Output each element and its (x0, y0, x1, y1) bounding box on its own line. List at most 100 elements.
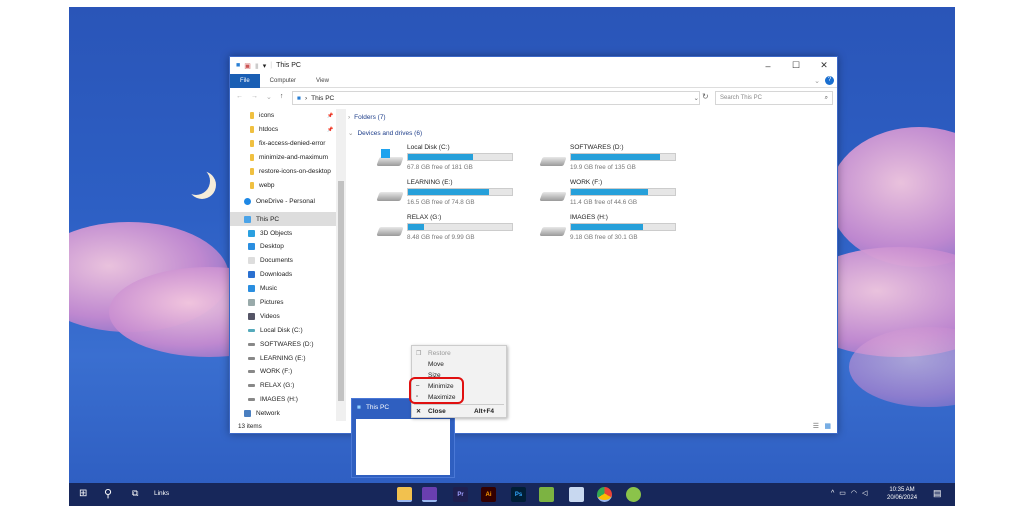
sidebar-item-pc[interactable]: Desktop (230, 240, 336, 254)
help-icon[interactable]: ? (825, 76, 834, 85)
chrome-taskbar-icon[interactable] (597, 487, 612, 502)
group-drives[interactable]: ⌄ Devices and drives (6) (348, 129, 422, 138)
sidebar-item-label: OneDrive - Personal (256, 197, 315, 205)
sidebar-item-this-pc[interactable]: This PC (230, 212, 336, 227)
forward-button[interactable]: → (251, 93, 258, 101)
sidebar-item-pc[interactable]: SOFTWARES (D:) (230, 337, 336, 351)
sidebar-item-onedrive[interactable]: OneDrive - Personal (230, 194, 336, 208)
highlight-annotation (409, 377, 464, 404)
drive-icon (248, 398, 255, 402)
sidebar-item-quick-access[interactable]: icons 📌 (230, 109, 336, 123)
sidebar-item-pc[interactable]: Downloads (230, 268, 336, 282)
drive-icon (248, 328, 255, 332)
customize-qat-icon[interactable]: ▾ (263, 62, 267, 70)
back-button[interactable]: ← (236, 93, 243, 101)
drive-tile[interactable]: SOFTWARES (D:) 19.9 GB free of 135 GB (539, 144, 691, 174)
maximize-button[interactable]: ☐ (782, 57, 810, 74)
drive-tile[interactable]: WORK (F:) 11.4 GB free of 44.6 GB (539, 179, 691, 209)
group-folders[interactable]: › Folders (7) (348, 114, 386, 121)
scrollbar-thumb[interactable] (338, 181, 344, 401)
address-dropdown-icon[interactable]: ⌄ (694, 94, 699, 102)
sidebar-item-quick-access[interactable]: restore-icons-on-desktop (230, 165, 336, 179)
task-view-icon[interactable]: ⧉ (132, 488, 138, 499)
large-icons-view-icon[interactable]: ▦ (824, 422, 831, 430)
drive-name: IMAGES (H:) (570, 214, 608, 221)
sidebar-item-pc[interactable]: IMAGES (H:) (230, 393, 336, 407)
nav-scrollbar[interactable] (336, 109, 346, 421)
expand-ribbon-icon[interactable]: ⌄ (814, 77, 820, 85)
search-input[interactable]: Search This PC ⌕ (715, 91, 833, 105)
sidebar-item-pc[interactable]: WORK (F:) (230, 365, 336, 379)
sidebar-item-pc[interactable]: Documents (230, 254, 336, 268)
sidebar-item-pc[interactable]: RELAX (G:) (230, 379, 336, 393)
menu-close[interactable]: Close (428, 408, 446, 415)
photoshop-taskbar-icon[interactable]: Ps (511, 487, 526, 502)
drive-usage-bar (407, 188, 513, 196)
pin-icon[interactable]: 📌 (327, 127, 333, 133)
pin-icon[interactable]: 📌 (327, 113, 333, 119)
sidebar-item-pc[interactable]: 3D Objects (230, 226, 336, 240)
start-button[interactable]: ⊞ (79, 488, 87, 499)
close-button[interactable]: ✕ (810, 57, 838, 74)
drive-tile[interactable]: Local Disk (C:) 67.8 GB free of 181 GB (376, 144, 528, 174)
illustrator-taskbar-icon[interactable]: Ai (481, 487, 496, 502)
cloud-icon (244, 197, 251, 205)
sidebar-item-pc[interactable]: Local Disk (C:) (230, 323, 336, 337)
drive-name: SOFTWARES (D:) (570, 144, 624, 151)
drive-tile[interactable]: IMAGES (H:) 9.18 GB free of 30.1 GB (539, 214, 691, 244)
sidebar-item-pc[interactable]: Music (230, 282, 336, 296)
app-taskbar-icon[interactable] (422, 487, 437, 502)
system-tray-icons[interactable]: ^▭◠◁ (831, 489, 872, 497)
sidebar-item-pc[interactable]: Pictures (230, 296, 336, 310)
minimize-button[interactable]: – (754, 57, 782, 74)
links-toolbar[interactable]: Links (154, 490, 169, 497)
sidebar-item-quick-access[interactable]: fix-access-denied-error (230, 137, 336, 151)
properties-icon[interactable]: ▣ (244, 62, 251, 70)
search-icon[interactable]: ⚲ (104, 487, 112, 500)
up-button[interactable]: ↑ (280, 93, 284, 101)
pc-icon: ■ (357, 404, 361, 411)
sidebar-item-quick-access[interactable]: htdocs 📌 (230, 123, 336, 137)
recent-dropdown[interactable]: ⌄ (266, 93, 272, 101)
drive-name: Local Disk (C:) (407, 144, 450, 151)
app-taskbar-icon[interactable] (539, 487, 554, 502)
details-view-icon[interactable]: ☰ (813, 422, 819, 430)
drive-name: RELAX (G:) (407, 214, 442, 221)
clock-time[interactable]: 10:35 AM (887, 486, 917, 494)
sidebar-item-label: htdocs (259, 126, 279, 134)
clock-date[interactable]: 20/06/2024 (887, 494, 917, 502)
tab-file[interactable]: File (230, 73, 260, 88)
sidebar-item-quick-access[interactable]: webp (230, 178, 336, 192)
tab-computer[interactable]: Computer (260, 74, 306, 88)
folder-icon (248, 257, 255, 265)
drive-tile[interactable]: LEARNING (E:) 16.5 GB free of 74.8 GB (376, 179, 528, 209)
new-folder-icon[interactable]: ▮ (255, 62, 259, 70)
drive-icon (539, 157, 567, 166)
address-bar[interactable]: ■ › This PC ⌄ (292, 91, 700, 105)
pc-icon (244, 215, 251, 223)
drive-usage-bar (570, 153, 676, 161)
menu-move[interactable]: Move (428, 361, 444, 368)
sidebar-item-label: Local Disk (C:) (260, 326, 303, 334)
notifications-icon[interactable]: ▤ (933, 488, 942, 499)
sidebar-item-pc[interactable]: LEARNING (E:) (230, 351, 336, 365)
refresh-icon[interactable]: ↻ (702, 92, 709, 101)
drive-usage-bar (407, 223, 513, 231)
app-taskbar-icon[interactable] (569, 487, 584, 502)
sidebar-item-label: icons (259, 112, 275, 120)
sidebar-item-label: RELAX (G:) (260, 382, 295, 390)
thumbnail-title: This PC (365, 404, 390, 411)
drive-tile[interactable]: RELAX (G:) 8.48 GB free of 9.99 GB (376, 214, 528, 244)
sidebar-item-quick-access[interactable]: minimize-and-maximum (230, 151, 336, 165)
drive-usage-bar (570, 223, 676, 231)
folder-icon (248, 299, 255, 307)
title-bar: ■ ▣ ▮ ▾ | This PC (236, 62, 301, 70)
folder-icon (248, 285, 255, 293)
tab-view[interactable]: View (306, 74, 339, 88)
folder-icon (248, 271, 255, 279)
file-explorer-taskbar-icon[interactable] (397, 487, 412, 502)
sidebar-item-network[interactable]: Network (230, 407, 336, 421)
sidebar-item-pc[interactable]: Videos (230, 309, 336, 323)
app-taskbar-icon[interactable] (626, 487, 641, 502)
premiere-taskbar-icon[interactable]: Pr (453, 487, 468, 502)
